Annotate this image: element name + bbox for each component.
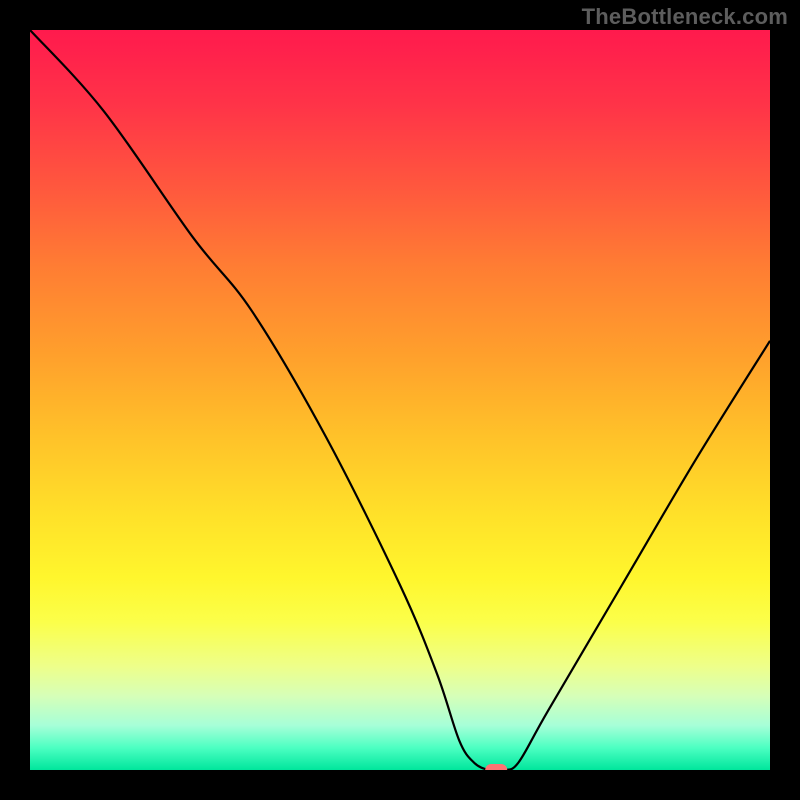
plot-area [30, 30, 770, 770]
watermark-text: TheBottleneck.com [582, 4, 788, 30]
plot-svg [30, 30, 770, 770]
chart-frame: TheBottleneck.com [0, 0, 800, 800]
optimal-marker [485, 764, 507, 770]
bottleneck-curve [30, 30, 770, 770]
